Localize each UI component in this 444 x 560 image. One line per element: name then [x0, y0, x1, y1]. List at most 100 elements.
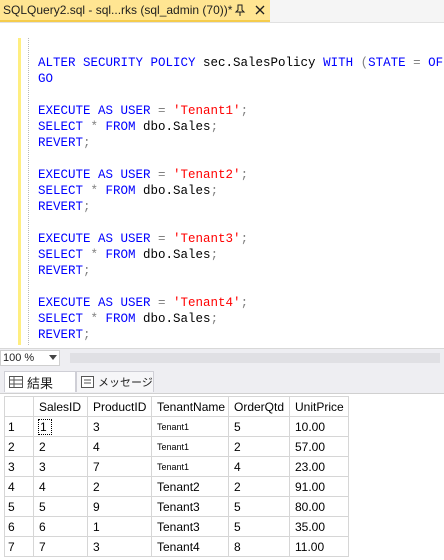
grid-cell[interactable]: 11.00 — [289, 536, 349, 557]
row-number[interactable]: 6 — [4, 516, 34, 537]
grid-cell[interactable]: 8 — [228, 536, 290, 557]
grid-cell[interactable]: Tenant3 — [151, 516, 229, 537]
code-line[interactable]: REVERT; — [38, 327, 444, 343]
code-line[interactable] — [38, 39, 444, 55]
column-header[interactable]: SalesID — [33, 396, 88, 417]
tab-results-label: 結果 — [27, 375, 54, 391]
grid-cell[interactable]: 4 — [33, 476, 88, 497]
code-line[interactable]: REVERT; — [38, 263, 444, 279]
code-line[interactable]: GO — [38, 71, 444, 87]
code-token: ; — [83, 136, 91, 150]
grid-cell[interactable]: 2 — [228, 476, 290, 497]
grid-cell[interactable]: 4 — [87, 436, 152, 457]
table-row[interactable]: 4 4 2 Tenant2 2 91.00 — [4, 476, 349, 497]
column-header[interactable]: TenantName — [151, 396, 229, 417]
code-line[interactable]: SELECT * FROM dbo.Sales; — [38, 183, 444, 199]
grid-cell[interactable]: 23.00 — [289, 456, 349, 477]
horizontal-scrollbar[interactable] — [70, 353, 440, 363]
code-token: ; — [240, 232, 249, 246]
code-token: EXECUTE AS USER — [38, 296, 159, 310]
grid-cell[interactable]: Tenant1 — [151, 436, 229, 457]
code-token: sec.SalesPolicy — [203, 56, 324, 70]
row-number[interactable]: 4 — [4, 476, 34, 497]
grid-cell[interactable]: 3 — [33, 456, 88, 477]
code-token: 'Tenant3' — [173, 232, 241, 246]
code-line[interactable]: SELECT * FROM dbo.Sales; — [38, 119, 444, 135]
code-line[interactable] — [38, 279, 444, 295]
document-tab[interactable]: SQLQuery2.sql - sql...rks (sql_admin (70… — [0, 0, 270, 22]
grid-cell[interactable]: 7 — [33, 536, 88, 557]
code-line[interactable]: EXECUTE AS USER = 'Tenant4'; — [38, 295, 444, 311]
grid-cell[interactable]: 35.00 — [289, 516, 349, 537]
grid-cell[interactable]: Tenant1 — [151, 456, 229, 477]
code-token: SELECT — [38, 120, 91, 134]
zoom-select[interactable]: 100 % — [0, 350, 60, 366]
grid-cell[interactable]: 10.00 — [289, 416, 349, 437]
table-row[interactable]: 7 7 3 Tenant4 8 11.00 — [4, 536, 349, 557]
code-line[interactable]: REVERT; — [38, 135, 444, 151]
chevron-down-icon[interactable] — [49, 355, 57, 361]
row-number[interactable]: 2 — [4, 436, 34, 457]
code-line[interactable] — [38, 87, 444, 103]
query-editor[interactable]: ALTER SECURITY POLICY sec.SalesPolicy WI… — [0, 23, 444, 345]
results-grid[interactable]: SalesID ProductID TenantName OrderQtd Un… — [4, 396, 349, 557]
grid-cell[interactable]: 57.00 — [289, 436, 349, 457]
tab-results[interactable]: 結果 — [4, 371, 76, 392]
column-header[interactable]: ProductID — [87, 396, 152, 417]
grid-cell[interactable]: 2 — [87, 476, 152, 497]
code-token: FROM — [105, 248, 144, 262]
row-number[interactable]: 7 — [4, 536, 34, 557]
document-tab-strip: SQLQuery2.sql - sql...rks (sql_admin (70… — [0, 0, 444, 23]
close-icon[interactable] — [255, 5, 265, 15]
row-number[interactable]: 5 — [4, 496, 34, 517]
code-line[interactable]: SELECT * FROM dbo.Sales; — [38, 311, 444, 327]
grid-cell[interactable]: Tenant3 — [151, 496, 229, 517]
grid-cell[interactable]: 2 — [33, 436, 88, 457]
code-line[interactable] — [38, 215, 444, 231]
grid-cell[interactable]: 6 — [33, 516, 88, 537]
code-line[interactable]: REVERT; — [38, 199, 444, 215]
grid-cell[interactable]: 3 — [87, 416, 152, 437]
grid-cell[interactable]: 2 — [228, 436, 290, 457]
code-token: ( — [360, 56, 369, 70]
column-header[interactable]: OrderQtd — [228, 396, 290, 417]
table-row[interactable]: 2 2 4 Tenant1 2 57.00 — [4, 436, 349, 457]
grid-cell[interactable]: 5 — [228, 416, 290, 437]
tab-messages[interactable]: メッセージ — [76, 371, 154, 392]
grid-cell[interactable]: 9 — [87, 496, 152, 517]
code-token: FROM — [105, 120, 144, 134]
tab-messages-label: メッセージ — [98, 377, 153, 389]
grid-cell[interactable]: 5 — [228, 516, 290, 537]
grid-cell[interactable]: 80.00 — [289, 496, 349, 517]
code-token: = — [158, 104, 174, 118]
table-row[interactable]: 5 5 9 Tenant3 5 80.00 — [4, 496, 349, 517]
row-number[interactable]: 1 — [4, 416, 34, 437]
code-line[interactable]: SELECT * FROM dbo.Sales; — [38, 247, 444, 263]
code-token: = — [158, 232, 174, 246]
grid-cell[interactable]: 1 — [33, 416, 88, 437]
code-line[interactable]: EXECUTE AS USER = 'Tenant2'; — [38, 167, 444, 183]
code-token: ; — [240, 168, 249, 182]
grid-cell[interactable]: 7 — [87, 456, 152, 477]
code-line[interactable] — [38, 151, 444, 167]
table-row[interactable]: 6 6 1 Tenant3 5 35.00 — [4, 516, 349, 537]
table-row[interactable]: 3 3 7 Tenant1 4 23.00 — [4, 456, 349, 477]
code-line[interactable]: EXECUTE AS USER = 'Tenant1'; — [38, 103, 444, 119]
grid-cell[interactable]: 3 — [87, 536, 152, 557]
code-line[interactable]: ALTER SECURITY POLICY sec.SalesPolicy WI… — [38, 55, 444, 71]
grid-cell[interactable]: 5 — [228, 496, 290, 517]
grid-cell[interactable]: 5 — [33, 496, 88, 517]
grid-cell[interactable]: Tenant2 — [151, 476, 229, 497]
grid-cell[interactable]: Tenant4 — [151, 536, 229, 557]
grid-cell[interactable]: 1 — [87, 516, 152, 537]
grid-cell[interactable]: 91.00 — [289, 476, 349, 497]
row-number[interactable]: 3 — [4, 456, 34, 477]
sql-code[interactable]: ALTER SECURITY POLICY sec.SalesPolicy WI… — [38, 39, 444, 343]
table-row[interactable]: 1 1 3 Tenant1 5 10.00 — [4, 416, 349, 437]
column-header[interactable]: UnitPrice — [289, 396, 349, 417]
grid-cell[interactable]: 4 — [228, 456, 290, 477]
grid-corner[interactable] — [4, 396, 34, 417]
pin-icon[interactable] — [234, 4, 246, 17]
grid-cell[interactable]: Tenant1 — [151, 416, 229, 437]
code-line[interactable]: EXECUTE AS USER = 'Tenant3'; — [38, 231, 444, 247]
